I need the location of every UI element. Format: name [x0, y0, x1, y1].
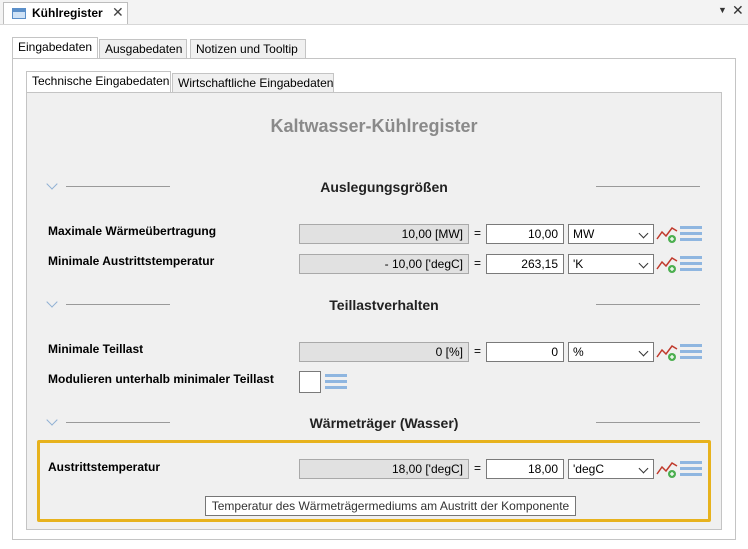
document-tab[interactable]: Kühlregister ✕ [3, 2, 128, 24]
list-icon[interactable] [680, 460, 702, 478]
equals-sign: = [474, 344, 482, 358]
list-icon[interactable] [680, 225, 702, 243]
section-divider [596, 304, 700, 305]
unit-select[interactable]: MW [568, 224, 654, 244]
document-icon [12, 8, 26, 19]
field-label: Minimale Austrittstemperatur [48, 254, 215, 268]
unit-select-value: 'degC [573, 462, 604, 476]
display-value: 0 [%] [299, 342, 469, 362]
display-value: 18,00 ['degC] [299, 459, 469, 479]
section-divider [66, 422, 170, 423]
value-input[interactable]: 10,00 [486, 224, 564, 244]
tab-wirtschaftliche-eingabedaten[interactable]: Wirtschaftliche Eingabedaten [172, 73, 334, 93]
close-tab-icon[interactable]: ✕ [112, 4, 124, 21]
section-divider [66, 186, 170, 187]
tab-technische-eingabedaten[interactable]: Technische Eingabedaten [26, 71, 171, 93]
form-title: Kaltwasser-Kühlregister [270, 116, 478, 136]
list-icon[interactable] [680, 343, 702, 361]
equals-sign: = [474, 461, 482, 475]
modulate-checkbox[interactable] [299, 371, 321, 393]
unit-select[interactable]: 'K [568, 254, 654, 274]
tab-menu-dropdown-icon[interactable]: ▼ [718, 5, 727, 15]
tooltip: Temperatur des Wärmeträgermediums am Aus… [205, 496, 576, 516]
chevron-down-icon [638, 463, 649, 474]
unit-select[interactable]: % [568, 342, 654, 362]
chart-icon[interactable] [656, 342, 678, 362]
field-label: Modulieren unterhalb minimaler Teillast [48, 372, 274, 386]
value-input[interactable]: 0 [486, 342, 564, 362]
tab-ausgabedaten[interactable]: Ausgabedaten [99, 39, 187, 59]
section-title-waermetraeger: Wärmeträger (Wasser) [309, 415, 459, 431]
value-input[interactable]: 18,00 [486, 459, 564, 479]
unit-select-value: 'K [573, 257, 584, 271]
tab-notizen-tooltip[interactable]: Notizen und Tooltip [190, 39, 306, 59]
list-icon[interactable] [680, 255, 702, 273]
list-icon[interactable] [325, 373, 347, 391]
field-label: Austrittstemperatur [48, 460, 161, 474]
chart-icon[interactable] [656, 459, 678, 479]
section-divider [66, 304, 170, 305]
equals-sign: = [474, 226, 482, 240]
section-divider [596, 422, 700, 423]
field-label: Minimale Teillast [48, 342, 144, 356]
chevron-down-icon [638, 228, 649, 239]
section-divider [596, 186, 700, 187]
close-window-icon[interactable]: ✕ [732, 2, 744, 19]
display-value: 10,00 [MW] [299, 224, 469, 244]
unit-select-value: % [573, 345, 584, 359]
field-label: Maximale Wärmeübertragung [48, 224, 217, 238]
chevron-down-icon [638, 258, 649, 269]
section-title-teillast: Teillastverhalten [329, 297, 439, 313]
section-title-auslegung: Auslegungsgrößen [320, 179, 448, 195]
value-input[interactable]: 263,15 [486, 254, 564, 274]
chevron-down-icon [638, 346, 649, 357]
chart-icon[interactable] [656, 254, 678, 274]
document-tab-title: Kühlregister [32, 6, 103, 20]
unit-select[interactable]: 'degC [568, 459, 654, 479]
unit-select-value: MW [573, 227, 595, 241]
display-value: - 10,00 ['degC] [299, 254, 469, 274]
chart-icon[interactable] [656, 224, 678, 244]
equals-sign: = [474, 256, 482, 270]
tab-eingabedaten[interactable]: Eingabedaten [12, 37, 98, 59]
